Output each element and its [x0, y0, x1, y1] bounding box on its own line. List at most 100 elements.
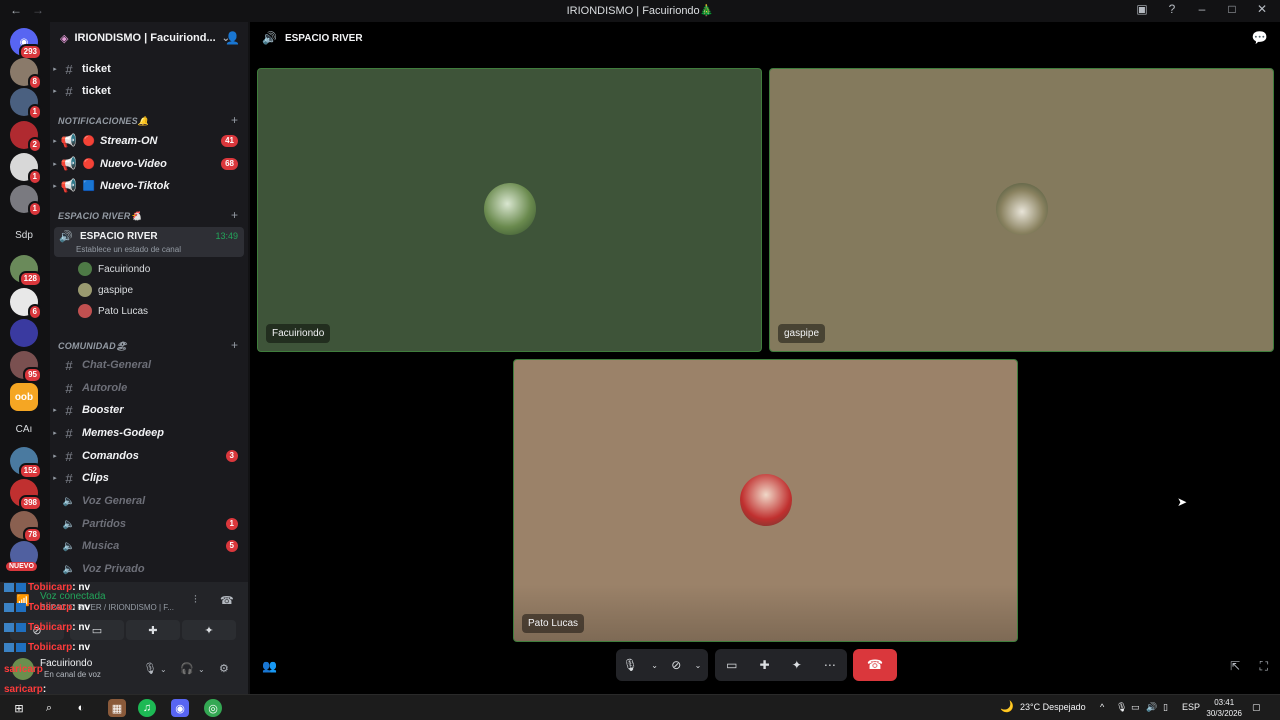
forward-arrow-icon[interactable]: → — [32, 3, 44, 17]
activities-button[interactable]: ✚ — [126, 620, 180, 640]
camera-button[interactable]: ⊘ — [10, 620, 64, 640]
dm-avatar[interactable]: 2 — [10, 121, 42, 153]
server-oob[interactable]: oob — [10, 383, 38, 411]
channel-ticket[interactable]: ▸ # ticket — [50, 80, 248, 102]
user-name[interactable]: Facuiriondo — [40, 658, 92, 669]
battery-icon[interactable]: ▯ — [1163, 702, 1168, 713]
participant-tile[interactable]: Facuiriondo — [257, 68, 762, 352]
network-icon[interactable]: ▭ — [1131, 702, 1140, 713]
inbox-icon[interactable]: ▣ — [1134, 2, 1150, 16]
chevron-up-icon[interactable]: ^ — [1100, 702, 1104, 712]
channel-status[interactable]: Establece un estado de canal — [76, 245, 181, 254]
camera-off-icon[interactable]: ⊘ — [671, 658, 681, 672]
soundboard-icon[interactable]: ✦ — [792, 658, 802, 672]
channel-chat-general[interactable]: # Chat-General — [50, 354, 248, 376]
dm-avatar[interactable]: 1 — [10, 88, 42, 120]
server-sdp[interactable]: Sdp — [10, 221, 38, 249]
chevron-down-icon[interactable]: ⌄ — [198, 665, 205, 674]
spotify-icon[interactable]: ♫ — [138, 699, 156, 717]
server-icon[interactable]: 128 — [10, 255, 42, 287]
popout-icon[interactable]: ⇱ — [1230, 659, 1240, 673]
voice-user[interactable]: gaspipe — [78, 280, 133, 300]
noise-suppression-icon[interactable]: ⫶ — [194, 594, 197, 607]
guild-header[interactable]: ◈ IRIONDISMO | Facuiriond... ⌄ 👤 — [50, 22, 248, 54]
server-icon[interactable]: 152 — [10, 447, 42, 479]
channel-partidos[interactable]: 🔈 Partidos 1 — [50, 513, 248, 535]
channel-autorole[interactable]: # Autorole — [50, 377, 248, 399]
user-avatar[interactable] — [12, 658, 34, 680]
channel-nuevo-video[interactable]: ▸ 📢 🔴 Nuevo-Video 68 — [50, 153, 248, 175]
close-icon[interactable]: ✕ — [1254, 2, 1270, 16]
channel-comandos[interactable]: ▸ # Comandos 3 — [50, 445, 248, 467]
server-icon[interactable]: 6 — [10, 288, 42, 320]
discord-icon[interactable]: ◉ — [171, 699, 189, 717]
category-espacio-river[interactable]: ESPACIO RIVER🐔 — [58, 211, 142, 222]
app-icon[interactable]: ▦ — [108, 699, 126, 717]
add-channel-icon[interactable]: + — [231, 338, 238, 352]
voice-status[interactable]: Voz conectada — [40, 591, 106, 602]
dm-avatar[interactable]: 1 — [10, 153, 42, 185]
microphone-icon[interactable]: 🎙 — [1116, 702, 1127, 713]
home-button[interactable]: ◉ 293 — [10, 28, 42, 60]
windows-start-icon[interactable]: ⊞ — [10, 699, 28, 717]
settings-gear-icon[interactable]: ⚙ — [219, 662, 229, 675]
channel-voz-general[interactable]: 🔈 Voz General — [50, 490, 248, 512]
chevron-down-icon[interactable]: ⌄ — [695, 661, 702, 670]
chevron-down-icon[interactable]: ⌄ — [651, 661, 658, 670]
channel-memes-godeep[interactable]: ▸ # Memes-Godeep — [50, 422, 248, 444]
server-cai[interactable]: CAı — [10, 415, 38, 443]
participant-tile[interactable]: gaspipe — [769, 68, 1274, 352]
maximize-icon[interactable]: □ — [1224, 2, 1240, 16]
activities-icon[interactable]: ✚ — [760, 658, 770, 672]
voice-location[interactable]: ESPACIO RIVER / IRIONDISMO | F... — [40, 603, 174, 612]
channel-clips[interactable]: ▸ # Clips — [50, 467, 248, 489]
channel-voz-privado[interactable]: 🔈 Voz Privado — [50, 558, 248, 580]
channel-musica[interactable]: 🔈 Musica 5 — [50, 535, 248, 557]
voice-user[interactable]: Pato Lucas — [78, 301, 148, 321]
volume-icon[interactable]: 🔊 — [1146, 702, 1157, 713]
dm-avatar[interactable]: 8 — [10, 58, 42, 90]
add-member-icon[interactable]: 👤 — [225, 31, 240, 45]
chevron-down-icon[interactable]: ⌄ — [160, 665, 167, 674]
dm-badge: 1 — [27, 104, 42, 120]
category-comunidad[interactable]: COMUNIDAD🏖 — [58, 341, 127, 352]
disconnect-button[interactable]: ☎ — [853, 649, 897, 681]
channel-nuevo-tiktok[interactable]: ▸ 📢 🟦 Nuevo-Tiktok — [50, 175, 248, 197]
soundboard-button[interactable]: ✦ — [182, 620, 236, 640]
active-voice-channel[interactable]: 🔊 ESPACIO RIVER Establece un estado de c… — [54, 227, 244, 257]
add-channel-icon[interactable]: + — [231, 208, 238, 222]
back-arrow-icon[interactable]: ← — [10, 3, 22, 17]
voice-user[interactable]: Facuiriondo — [78, 259, 150, 279]
invite-icon[interactable]: 👥 — [262, 659, 277, 673]
microphone-icon[interactable]: 🎙 — [623, 658, 638, 672]
weather-text[interactable]: 23°C Despejado — [1020, 702, 1086, 712]
server-icon[interactable]: 398 — [10, 479, 42, 511]
dm-avatar[interactable]: 1 — [10, 185, 42, 217]
chrome-icon[interactable]: ◎ — [204, 699, 222, 717]
language-indicator[interactable]: ESP — [1182, 702, 1200, 712]
clock[interactable]: 03:41 30/3/2026 — [1206, 697, 1242, 719]
server-icon[interactable]: 95 — [10, 351, 42, 383]
server-icon[interactable] — [10, 319, 38, 347]
add-channel-icon[interactable]: + — [231, 113, 238, 127]
signal-icon[interactable]: 📶 — [16, 594, 30, 607]
category-notificaciones[interactable]: NOTIFICACIONES🔔 — [58, 116, 149, 127]
search-icon[interactable]: ⌕ — [40, 699, 58, 717]
channel-booster[interactable]: ▸ # Booster — [50, 399, 248, 421]
headphones-icon[interactable]: 🎧 — [180, 662, 194, 675]
help-icon[interactable]: ? — [1164, 2, 1180, 16]
screen-share-button[interactable]: ▭ — [70, 620, 124, 640]
fullscreen-icon[interactable]: ⛶ — [1260, 659, 1268, 674]
disconnect-icon[interactable]: ☎ — [220, 594, 234, 607]
channel-stream-on[interactable]: ▸ 📢 🔴 Stream-ON 41 — [50, 130, 248, 152]
task-view-icon[interactable]: ◐ — [72, 699, 90, 717]
notification-icon[interactable]: ▢ — [1252, 702, 1261, 713]
chat-bubble-icon[interactable]: 💬 — [1252, 30, 1268, 46]
microphone-icon[interactable]: 🎙 — [143, 662, 157, 675]
screen-share-icon[interactable]: ▭ — [726, 658, 737, 672]
participant-tile[interactable]: Pato Lucas — [513, 359, 1018, 642]
server-icon[interactable]: 78 — [10, 511, 42, 543]
minimize-icon[interactable]: – — [1194, 2, 1210, 16]
channel-ticket[interactable]: ▸ # ticket — [50, 58, 248, 80]
more-options-icon[interactable]: ⋯ — [824, 658, 836, 672]
